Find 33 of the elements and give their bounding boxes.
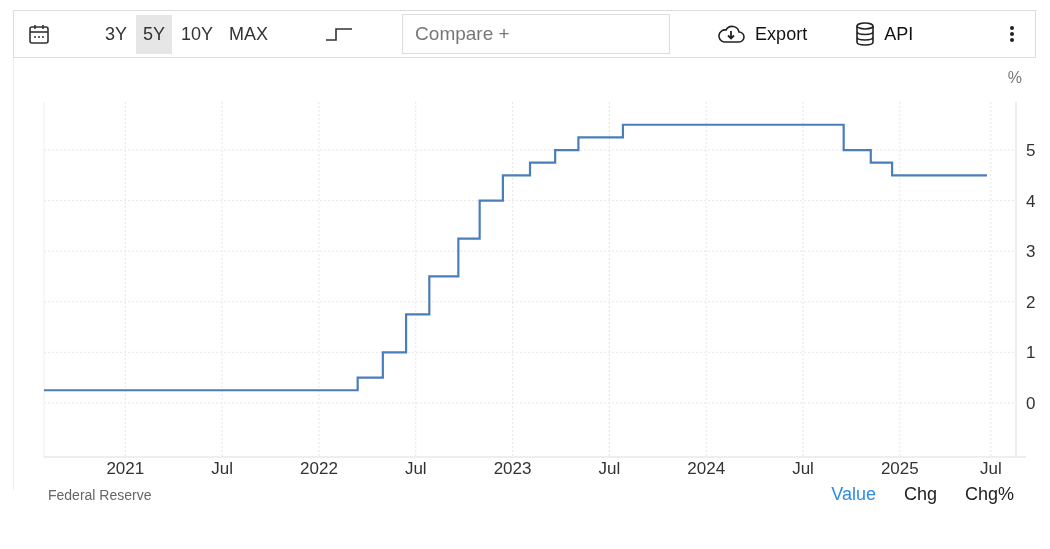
view-tab[interactable]: Value bbox=[821, 482, 886, 507]
step-line-icon[interactable] bbox=[325, 26, 354, 42]
source-label: Federal Reserve bbox=[48, 486, 152, 503]
range-button[interactable]: MAX bbox=[222, 14, 276, 54]
x-tick-label: Jul bbox=[979, 459, 1002, 478]
unit-label: % bbox=[1007, 69, 1022, 86]
range-button[interactable]: 3Y bbox=[98, 14, 135, 54]
y-tick-label: 2 bbox=[1026, 292, 1036, 312]
compare-field[interactable]: Compare + bbox=[402, 14, 671, 54]
x-tick-label: 2021 bbox=[106, 459, 145, 478]
y-tick-label: 1 bbox=[1026, 343, 1036, 363]
y-tick-label: 4 bbox=[1026, 191, 1036, 211]
x-tick-label: Jul bbox=[598, 459, 621, 478]
y-tick-label: 0 bbox=[1026, 393, 1036, 413]
calendar-icon[interactable] bbox=[28, 23, 50, 45]
x-tick-label: 2025 bbox=[880, 459, 919, 478]
export-button[interactable]: Export bbox=[712, 19, 812, 49]
database-icon bbox=[855, 22, 876, 46]
x-tick-label: 2022 bbox=[300, 459, 338, 478]
x-tick-label: 2023 bbox=[493, 459, 532, 478]
api-button[interactable]: API bbox=[851, 18, 918, 50]
y-tick-label: 5 bbox=[1026, 141, 1036, 161]
x-tick-label: 2024 bbox=[687, 459, 726, 478]
range-button[interactable]: 10Y bbox=[174, 14, 221, 54]
view-tab[interactable]: Chg bbox=[893, 482, 947, 507]
cloud-download-icon bbox=[716, 24, 747, 44]
x-tick-label: Jul bbox=[792, 459, 814, 478]
more-icon[interactable] bbox=[1009, 25, 1015, 43]
y-tick-label: 3 bbox=[1026, 242, 1036, 262]
x-tick-label: Jul bbox=[404, 459, 427, 478]
x-tick-label: Jul bbox=[211, 459, 233, 478]
range-button[interactable]: 5Y bbox=[136, 14, 173, 54]
view-tab[interactable]: Chg% bbox=[954, 482, 1024, 507]
